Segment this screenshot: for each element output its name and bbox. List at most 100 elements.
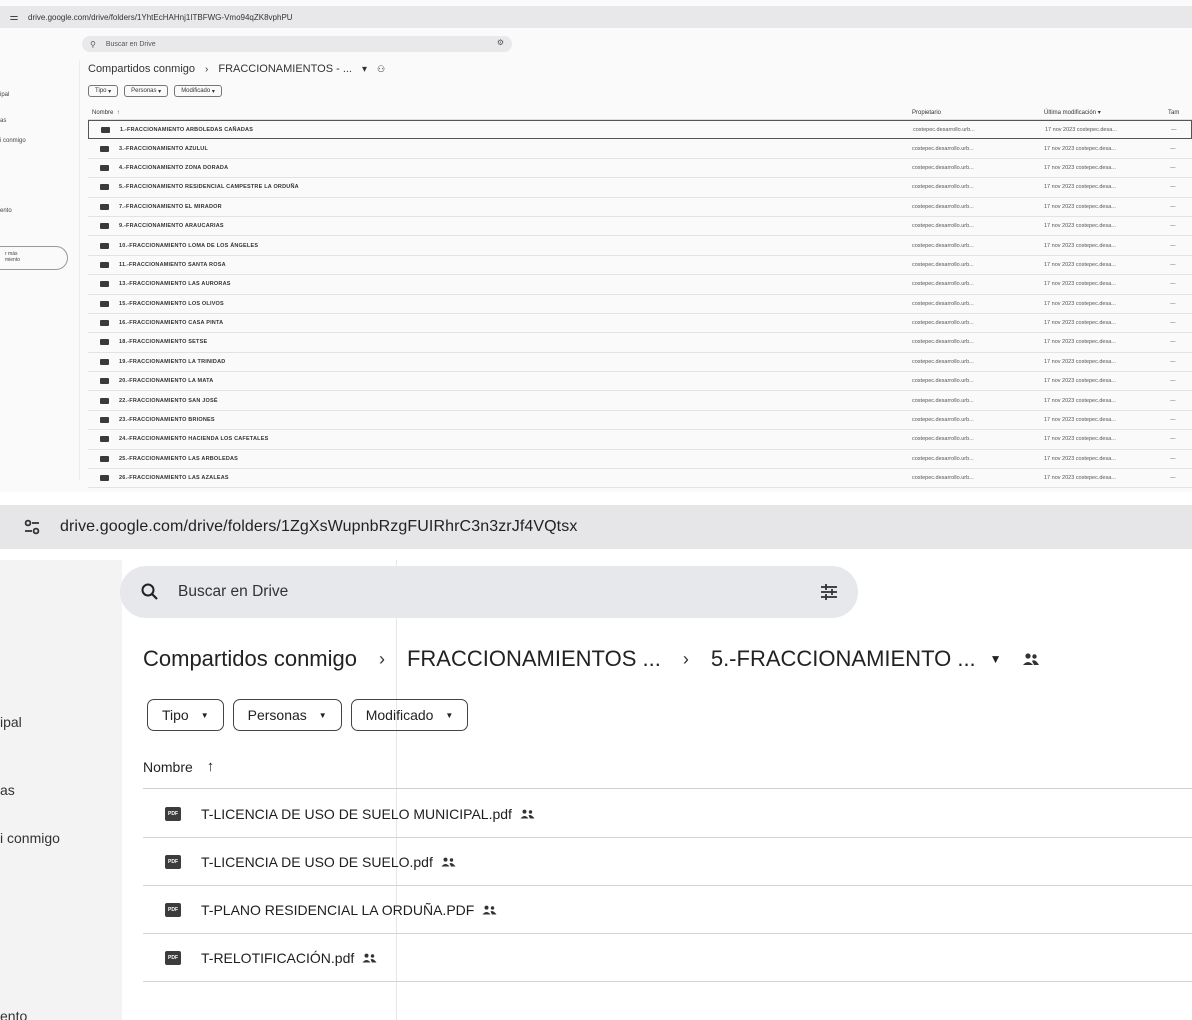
shared-folder-icon	[100, 300, 109, 307]
chip-label: Personas	[131, 88, 157, 94]
top-search-input[interactable]: Buscar en Drive	[106, 41, 156, 48]
folder-row[interactable]: 13.-FRACCIONAMIENTO LAS AURORAS costepec.…	[88, 275, 1192, 295]
folder-row[interactable]: 23.-FRACCIONAMIENTO BRIONES costepec.desa…	[88, 411, 1192, 431]
folder-row[interactable]: 3.-FRACCIONAMIENTO AZULUL costepec.desarr…	[88, 139, 1192, 159]
folder-row[interactable]: 16.-FRACCIONAMIENTO CASA PINTA costepec.d…	[88, 314, 1192, 334]
address-bar[interactable]: drive.google.com/drive/folders/1ZgXsWupn…	[0, 505, 1192, 549]
shared-folder-icon	[100, 164, 109, 171]
chevron-down-icon[interactable]: ▾	[362, 64, 367, 75]
search-input[interactable]: Buscar en Drive	[178, 583, 288, 601]
breadcrumb-shared[interactable]: Compartidos conmigo	[88, 63, 195, 75]
folder-name[interactable]: 9.-FRACCIONAMIENTO ARAUCARIAS	[119, 223, 224, 229]
get-more-storage-button[interactable]: r más miento	[0, 246, 68, 270]
folder-row[interactable]: 20.-FRACCIONAMIENTO LA MATA costepec.desa…	[88, 372, 1192, 392]
filter-modified-chip[interactable]: Modificado ▼	[350, 699, 469, 731]
owner-cell: costepec.desarrollo.urb...	[912, 358, 974, 365]
folder-row[interactable]: 22.-FRACCIONAMIENTO SAN JOSÉ costepec.des…	[88, 391, 1192, 411]
breadcrumb: Compartidos conmigo › FRACCIONAMIENTOS .…	[143, 646, 1040, 672]
owner-cell: costepec.desarrollo.urb...	[913, 126, 975, 133]
sidebar-item-home[interactable]: ipal	[0, 92, 9, 98]
folder-row[interactable]: 19.-FRACCIONAMIENTO LA TRINIDAD costepec.…	[88, 353, 1192, 373]
folder-name[interactable]: 16.-FRACCIONAMIENTO CASA PINTA	[119, 320, 223, 326]
folder-row[interactable]: 15.-FRACCIONAMIENTO LOS OLIVOS costepec.d…	[88, 295, 1192, 314]
header-owner[interactable]: Propietario	[912, 110, 941, 116]
file-row[interactable]: PDF T-PLANO RESIDENCIAL LA ORDUÑA.PDF	[143, 886, 1192, 934]
site-settings-icon[interactable]: ⚌	[0, 12, 28, 23]
filter-people-chip[interactable]: Personas ▼	[232, 699, 342, 731]
file-name[interactable]: T-LICENCIA DE USO DE SUELO.pdf	[201, 854, 433, 870]
folder-row[interactable]: 24.-FRACCIONAMIENTO HACIENDA LOS CAFETAL…	[88, 430, 1192, 450]
folder-name[interactable]: 5.-FRACCIONAMIENTO RESIDENCIAL CAMPESTRE…	[119, 184, 299, 190]
folder-name[interactable]: 15.-FRACCIONAMIENTO LOS OLIVOS	[119, 301, 224, 307]
top-search-bar[interactable]: ⚲ Buscar en Drive ⚙	[82, 36, 512, 52]
folder-name[interactable]: 3.-FRACCIONAMIENTO AZULUL	[119, 146, 208, 152]
folder-name[interactable]: 4.-FRACCIONAMIENTO ZONA DORADA	[119, 165, 228, 171]
filter-modified-chip[interactable]: Modificado ▾	[174, 85, 222, 97]
folder-name[interactable]: 1.-FRACCIONAMIENTO ARBOLEDAS CAÑADAS	[120, 127, 253, 133]
header-modified[interactable]: Última modificación ▾	[1044, 109, 1101, 116]
header-size[interactable]: Tam	[1168, 110, 1179, 116]
breadcrumb-shared[interactable]: Compartidos conmigo	[143, 646, 357, 672]
breadcrumb-current-folder[interactable]: 5.-FRACCIONAMIENTO ...	[711, 646, 976, 672]
folder-name[interactable]: 25.-FRACCIONAMIENTO LAS ARBOLEDAS	[119, 456, 238, 462]
folder-row[interactable]: 18.-FRACCIONAMIENTO SETSE costepec.desarr…	[88, 333, 1192, 353]
filter-type-chip[interactable]: Tipo ▼	[147, 699, 224, 731]
file-name[interactable]: T-LICENCIA DE USO DE SUELO MUNICIPAL.pdf	[201, 806, 512, 822]
file-row[interactable]: PDF T-LICENCIA DE USO DE SUELO.pdf	[143, 838, 1192, 886]
search-options-icon[interactable]	[818, 581, 840, 603]
search-bar[interactable]: Buscar en Drive	[120, 566, 858, 618]
shared-folder-icon	[100, 145, 109, 152]
owner-cell: costepec.desarrollo.urb...	[912, 417, 974, 424]
folder-row[interactable]: 26.-FRACCIONAMIENTO LAS AZALEAS costepec.…	[88, 469, 1192, 489]
folder-name[interactable]: 22.-FRACCIONAMIENTO SAN JOSÉ	[119, 398, 218, 404]
folder-row[interactable]: 9.-FRACCIONAMIENTO ARAUCARIAS costepec.de…	[88, 217, 1192, 237]
file-row[interactable]: PDF T-LICENCIA DE USO DE SUELO MUNICIPAL…	[143, 790, 1192, 838]
sidebar-item-computers[interactable]: as	[0, 782, 15, 798]
folder-row[interactable]: 5.-FRACCIONAMIENTO RESIDENCIAL CAMPESTRE…	[88, 178, 1192, 198]
header-name[interactable]: Nombre ↑	[88, 110, 908, 116]
site-settings-icon[interactable]	[20, 515, 44, 539]
sidebar-item-storage[interactable]: ento	[0, 208, 12, 214]
sidebar-item-computers[interactable]: as	[0, 118, 6, 124]
shared-folder-icon	[101, 126, 110, 133]
folder-row[interactable]: 25.-FRACCIONAMIENTO LAS ARBOLEDAS costepe…	[88, 450, 1192, 470]
folder-name[interactable]: 13.-FRACCIONAMIENTO LAS AURORAS	[119, 281, 231, 287]
folder-row[interactable]: 7.-FRACCIONAMIENTO EL MIRADOR costepec.de…	[88, 198, 1192, 217]
top-url[interactable]: drive.google.com/drive/folders/1YhtEcHAH…	[28, 13, 293, 22]
top-address-bar[interactable]: ⚌ drive.google.com/drive/folders/1YhtEcH…	[0, 6, 1192, 28]
sidebar-item-storage[interactable]: ento	[0, 1008, 27, 1020]
arrow-up-icon[interactable]: ↑	[207, 758, 215, 775]
owner-cell: costepec.desarrollo.urb...	[912, 145, 974, 152]
chevron-down-icon[interactable]: ▼	[990, 652, 1002, 666]
folder-row[interactable]: 11.-FRACCIONAMIENTO SANTA ROSA costepec.d…	[88, 256, 1192, 276]
folder-row[interactable]: 1.-FRACCIONAMIENTO ARBOLEDAS CAÑADAS cost…	[88, 120, 1192, 140]
file-row[interactable]: PDF T-RELOTIFICACIÓN.pdf	[143, 934, 1192, 982]
column-header-name[interactable]: Nombre ↑	[143, 758, 214, 775]
breadcrumb-parent-folder[interactable]: FRACCIONAMIENTOS ...	[407, 646, 661, 672]
folder-name[interactable]: 19.-FRACCIONAMIENTO LA TRINIDAD	[119, 359, 225, 365]
folder-name[interactable]: 20.-FRACCIONAMIENTO LA MATA	[119, 378, 213, 384]
filter-type-chip[interactable]: Tipo ▾	[88, 85, 119, 97]
folder-name[interactable]: 23.-FRACCIONAMIENTO BRIONES	[119, 417, 215, 423]
url-text[interactable]: drive.google.com/drive/folders/1ZgXsWupn…	[60, 518, 577, 536]
folder-name[interactable]: 24.-FRACCIONAMIENTO HACIENDA LOS CAFETAL…	[119, 436, 268, 442]
folder-row[interactable]: 4.-FRACCIONAMIENTO ZONA DORADA costepec.d…	[88, 159, 1192, 179]
sidebar-item-home[interactable]: ipal	[0, 714, 22, 730]
filter-people-chip[interactable]: Personas ▾	[124, 85, 169, 97]
chevron-right-icon: ›	[205, 63, 209, 75]
folder-name[interactable]: 26.-FRACCIONAMIENTO LAS AZALEAS	[119, 475, 229, 481]
folder-name[interactable]: 7.-FRACCIONAMIENTO EL MIRADOR	[119, 204, 222, 210]
shared-icon	[362, 953, 377, 962]
folder-row[interactable]: 10.-FRACCIONAMIENTO LOMA DE LOS ÁNGELES c…	[88, 236, 1192, 256]
file-name[interactable]: T-RELOTIFICACIÓN.pdf	[201, 950, 354, 966]
size-cell: —	[1170, 358, 1176, 365]
folder-name[interactable]: 10.-FRACCIONAMIENTO LOMA DE LOS ÁNGELES	[119, 243, 258, 249]
sidebar-item-shared[interactable]: i conmigo	[0, 138, 26, 144]
folder-name[interactable]: 18.-FRACCIONAMIENTO SETSE	[119, 339, 207, 345]
file-name[interactable]: T-PLANO RESIDENCIAL LA ORDUÑA.PDF	[201, 902, 474, 918]
folder-name[interactable]: 11.-FRACCIONAMIENTO SANTA ROSA	[119, 262, 226, 268]
top-breadcrumb: Compartidos conmigo › FRACCIONAMIENTOS -…	[88, 63, 385, 75]
breadcrumb-folder[interactable]: FRACCIONAMIENTOS - ...	[218, 63, 352, 75]
sidebar-item-shared[interactable]: i conmigo	[0, 830, 60, 846]
search-options-icon[interactable]: ⚙	[497, 38, 504, 47]
